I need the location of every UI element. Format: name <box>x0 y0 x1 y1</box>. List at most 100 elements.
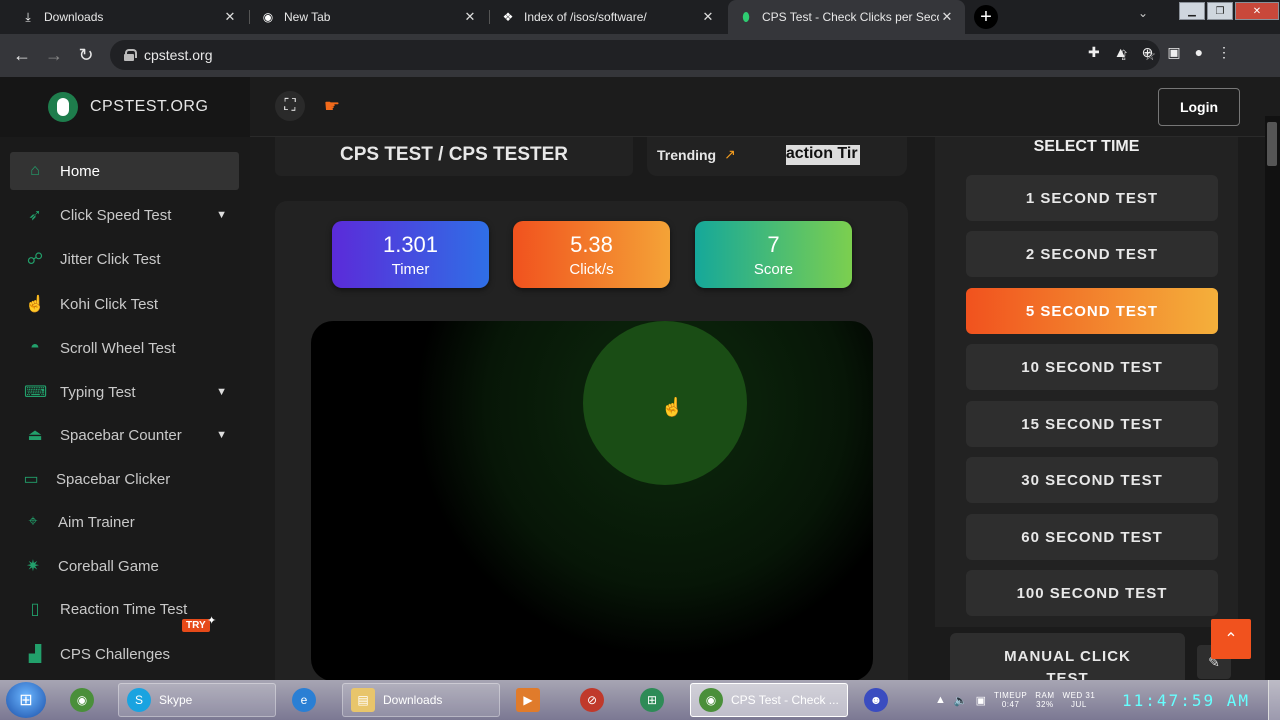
media-icon: ▶ <box>516 688 540 712</box>
page-title: CPS TEST / CPS TESTER <box>275 137 633 176</box>
sidebar-item-typing-test[interactable]: ⌨ Typing Test ▼ <box>10 373 239 411</box>
close-tab-icon[interactable]: ✕ <box>462 9 478 25</box>
timer-stat: 1.301 Timer <box>332 221 489 288</box>
sidebar-item-aim-trainer[interactable]: ⌖ Aim Trainer <box>10 503 239 541</box>
download-extension-icon[interactable]: ⊕ <box>1142 44 1154 61</box>
time-option-5s[interactable]: 5 SECOND TEST <box>966 288 1218 334</box>
trending-ticker[interactable]: action Tir <box>785 144 860 165</box>
sidebar-item-cps-challenges[interactable]: ▟ CPS Challenges <box>10 635 239 673</box>
side-panel-icon[interactable]: ▣ <box>1167 44 1180 61</box>
taskbar-label: Downloads <box>383 693 443 707</box>
site-brand[interactable]: CPSTEST.ORG <box>0 77 250 137</box>
sidebar-item-scroll-wheel-test[interactable]: ◓ Scroll Wheel Test <box>10 329 239 367</box>
score-value: 7 <box>767 231 780 257</box>
sidebar-item-label: Scroll Wheel Test <box>60 339 176 357</box>
tab-label: Downloads <box>44 10 104 24</box>
score-stat: 7 Score <box>695 221 852 288</box>
close-tab-icon[interactable]: ✕ <box>700 9 716 25</box>
tab-search-chevron-icon[interactable]: ⌄ <box>1138 6 1148 20</box>
tab-downloads[interactable]: ⤓ Downloads ✕ <box>10 0 248 34</box>
taskbar-cps-test[interactable]: ◉ CPS Test - Check ... <box>690 683 848 717</box>
crosshair-icon: ⌖ <box>28 513 38 530</box>
mouse-logo-icon <box>48 92 78 122</box>
tab-cps-test[interactable]: ⬮ CPS Test - Check Clicks per Seco ✕ <box>728 0 965 34</box>
reload-icon[interactable]: ↻ <box>70 40 102 72</box>
score-label: Score <box>753 260 794 278</box>
restore-icon[interactable]: ❐ <box>1207 2 1233 20</box>
page-scrollbar[interactable] <box>1265 116 1280 682</box>
chrome-taskbar-icon: ◉ <box>699 688 723 712</box>
taskbar-label: CPS Test - Check ... <box>731 693 839 707</box>
timer-label: Timer <box>391 260 430 278</box>
pointing-hand-icon[interactable]: ☛ <box>317 91 347 121</box>
time-option-2s[interactable]: 2 SECOND TEST <box>966 231 1218 277</box>
taskbar-windows[interactable]: ⊞ <box>632 683 680 717</box>
taskbar-blocked[interactable]: ⊘ <box>572 683 620 717</box>
time-option-30s[interactable]: 30 SECOND TEST <box>966 457 1218 503</box>
page-icon: ❖ <box>502 10 514 24</box>
taskbar-wizard[interactable]: ☻ <box>856 683 904 717</box>
back-arrow-icon[interactable]: ← <box>6 40 38 72</box>
chevron-down-icon[interactable]: ▼ <box>216 429 227 441</box>
time-select-panel: SELECT TIME 1 SECOND TEST 2 SECOND TEST … <box>935 137 1265 693</box>
tab-index-isos[interactable]: ❖ Index of /isos/software/ ✕ <box>490 0 726 34</box>
meter-top: RAM <box>1035 691 1055 700</box>
timer-value: 1.301 <box>382 231 439 257</box>
clicks-value: 5.38 <box>570 231 613 257</box>
time-option-1s[interactable]: 1 SECOND TEST <box>966 175 1218 221</box>
coreball-icon: ✷ <box>26 558 40 575</box>
profile-avatar-icon[interactable]: ● <box>1195 44 1203 61</box>
taskbar-ie[interactable]: e <box>284 683 332 717</box>
window-controls: ▁ ❐ ✕ <box>1178 0 1280 22</box>
taskbar-downloads[interactable]: ▤ Downloads <box>342 683 500 717</box>
lock-icon[interactable] <box>124 49 137 61</box>
show-desktop-button[interactable] <box>1268 680 1280 720</box>
new-tab-button[interactable]: + <box>974 5 998 29</box>
time-option-10s[interactable]: 10 SECOND TEST <box>966 344 1218 390</box>
tab-label: Index of /isos/software/ <box>524 10 647 24</box>
time-option-100s[interactable]: 100 SECOND TEST <box>966 570 1218 616</box>
meter-bottom: 32% <box>1036 700 1054 709</box>
browser-toolbar: ← → ↻ cpstest.org ⇪ ☆ ✚ ▲ ⊕ ▣ ● ⋮ <box>0 34 1280 77</box>
address-bar[interactable]: cpstest.org ⇪ ☆ <box>110 40 1160 70</box>
sidebar-item-coreball-game[interactable]: ✷ Coreball Game <box>10 547 239 585</box>
time-option-60s[interactable]: 60 SECOND TEST <box>966 514 1218 560</box>
taskbar-clock[interactable]: 11:47:59 AM <box>1122 691 1250 710</box>
close-tab-icon[interactable]: ✕ <box>222 9 238 25</box>
login-button[interactable]: Login <box>1158 88 1240 126</box>
sidebar-item-jitter-click-test[interactable]: ☍ Jitter Click Test <box>10 240 239 278</box>
meter-top: TIMEUP <box>994 691 1028 700</box>
skype-icon: S <box>127 688 151 712</box>
sidebar-item-home[interactable]: ⌂ Home <box>10 152 239 190</box>
tab-new-tab[interactable]: ◉ New Tab ✕ <box>250 0 488 34</box>
scroll-to-top-button[interactable]: ⌃ <box>1211 619 1251 659</box>
keyboard-icon: ⌨ <box>24 384 48 401</box>
sidebar-item-kohi-click-test[interactable]: ☝ Kohi Click Test <box>10 285 239 323</box>
menu-kebab-icon[interactable]: ⋮ <box>1217 44 1231 61</box>
chevron-down-icon[interactable]: ▼ <box>216 209 227 221</box>
start-button[interactable]: ⊞ <box>6 682 46 718</box>
fullscreen-icon[interactable]: ⛶ <box>275 91 305 121</box>
site-header: CPSTEST.ORG ⛶ ☛ Login <box>0 77 1280 137</box>
network-icon[interactable]: ▣ <box>976 694 986 707</box>
sidebar-item-click-speed-test[interactable]: ➶ Click Speed Test ▼ <box>10 196 239 234</box>
click-area[interactable]: ☝ <box>311 321 873 680</box>
sidebar-item-label: Kohi Click Test <box>60 295 159 313</box>
extensions-puzzle-icon[interactable]: ✚ <box>1088 44 1100 61</box>
scrollbar-thumb[interactable] <box>1267 122 1277 166</box>
minimize-icon[interactable]: ▁ <box>1179 2 1205 20</box>
taskbar-media[interactable]: ▶ <box>508 683 556 717</box>
volume-icon[interactable]: 🔈 <box>954 694 968 707</box>
time-option-15s[interactable]: 15 SECOND TEST <box>966 401 1218 447</box>
sidebar-item-spacebar-counter[interactable]: ⏏ Spacebar Counter ▼ <box>10 416 239 454</box>
sidebar-item-spacebar-clicker[interactable]: ▭ Spacebar Clicker <box>10 460 239 498</box>
taskbar-skype[interactable]: S Skype <box>118 683 276 717</box>
chevron-down-icon[interactable]: ▼ <box>216 386 227 398</box>
window-close-icon[interactable]: ✕ <box>1235 2 1279 20</box>
extension-flask-icon[interactable]: ▲ <box>1114 44 1128 61</box>
forward-arrow-icon[interactable]: → <box>38 40 70 72</box>
close-tab-icon[interactable]: ✕ <box>939 9 955 25</box>
tray-expand-icon[interactable]: ▲ <box>935 694 946 706</box>
taskbar-chrome[interactable]: ◉ <box>62 683 110 717</box>
sidebar-item-label: Spacebar Counter <box>60 426 182 444</box>
